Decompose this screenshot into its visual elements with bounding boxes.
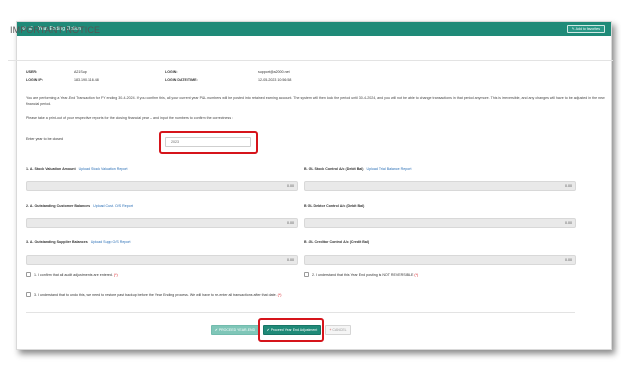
stock-control-label: B. GL Stock Control A/c (Debit Bal) Uploa… <box>304 167 412 171</box>
print-instruction: Please take a print-out of your respecti… <box>26 116 234 120</box>
pin-icon: ✎ <box>571 27 575 31</box>
supplier-balances-label: 3. A. Outstanding Supplier Balances Uploa… <box>26 240 131 244</box>
user-value: A21Sup <box>74 70 87 74</box>
highlight-adjustment-button <box>258 318 324 342</box>
confirm-audit-checkbox[interactable]: 1. I confirm that all audit adjustments … <box>26 272 118 277</box>
customer-balances-label: 2. A. Outstanding Customer Balances Uploa… <box>26 204 133 208</box>
restore-backup-label: 3. I understand that to undo this, we ne… <box>34 292 277 297</box>
not-reversible-label: 2. I understand that this Year End posti… <box>312 272 414 277</box>
footer-divider <box>26 312 575 313</box>
cancel-label: CANCEL <box>332 328 347 332</box>
checkbox-box[interactable] <box>304 272 309 277</box>
login-datetime-label: LOGIN DATE/TIME: <box>165 78 198 82</box>
supplier-balances-field[interactable]: 0.00 <box>26 255 298 265</box>
stock-control-field[interactable]: 0.00 <box>304 181 576 191</box>
login-datetime-value: 12-05-2023 10:56:58 <box>258 78 292 82</box>
required-mark: (*) <box>414 272 419 277</box>
checkbox-box[interactable] <box>26 292 31 297</box>
login-value: support@a2000.net <box>258 70 290 74</box>
add-to-favorites-button[interactable]: ✎ Add to favorites <box>566 25 605 33</box>
upload-customer-os-link[interactable]: Upload Cust. O/S Report <box>93 204 133 208</box>
cancel-button[interactable]: + CANCEL <box>325 325 351 335</box>
proceed-label: PROCEED YEAR-END <box>218 328 256 332</box>
login-ip-value: 183.190.116.48 <box>74 78 99 82</box>
required-mark: (*) <box>277 292 282 297</box>
stock-valuation-label: 1. A. Stock Valuation Amount Upload Stock… <box>26 167 128 171</box>
required-mark: (*) <box>113 272 118 277</box>
highlight-year-input <box>159 131 258 154</box>
year-field-label: Enter year to be closed <box>26 137 63 141</box>
upload-supplier-os-link[interactable]: Upload Supp O/S Report <box>91 240 131 244</box>
stock-valuation-field[interactable]: 0.00 <box>26 181 298 191</box>
debtor-control-field[interactable]: 0.00 <box>304 218 576 228</box>
checkbox-box[interactable] <box>26 272 31 277</box>
upload-trial-balance-link[interactable]: Upload Trial Balance Report <box>367 167 412 171</box>
notice-paragraph: You are performing a Year-End Transactio… <box>26 96 605 106</box>
not-reversible-checkbox[interactable]: 2. I understand that this Year End posti… <box>304 272 418 277</box>
creditor-control-label: B .GL Creditor Control A/c (Credit Bal) <box>304 240 370 244</box>
debtor-control-label: B GL Debtor Control A/c (Debit Bal) <box>304 204 365 208</box>
plus-icon: + <box>329 328 332 332</box>
creditor-control-field[interactable]: 0.00 <box>304 255 576 265</box>
login-label: LOGIN: <box>165 70 178 74</box>
login-ip-label: LOGIN IP: <box>26 78 43 82</box>
title-bar: ⚙ ☰ Year Ending Option ✎ Add to favorite… <box>17 22 611 36</box>
user-label: USER: <box>26 70 38 74</box>
page-title: IMPORTANT NOTICE <box>10 25 101 35</box>
restore-backup-checkbox[interactable]: 3. I understand that to undo this, we ne… <box>26 292 281 297</box>
upload-stock-valuation-link[interactable]: Upload Stock Valuation Report <box>79 167 128 171</box>
favorites-label: Add to favorites <box>575 27 600 31</box>
customer-balances-field[interactable]: 0.00 <box>26 218 298 228</box>
divider <box>8 60 613 61</box>
proceed-year-end-button[interactable]: ✔ PROCEED YEAR-END <box>211 325 259 335</box>
check-icon: ✔ <box>214 328 218 332</box>
confirm-audit-label: 1. I confirm that all audit adjustments … <box>34 272 113 277</box>
